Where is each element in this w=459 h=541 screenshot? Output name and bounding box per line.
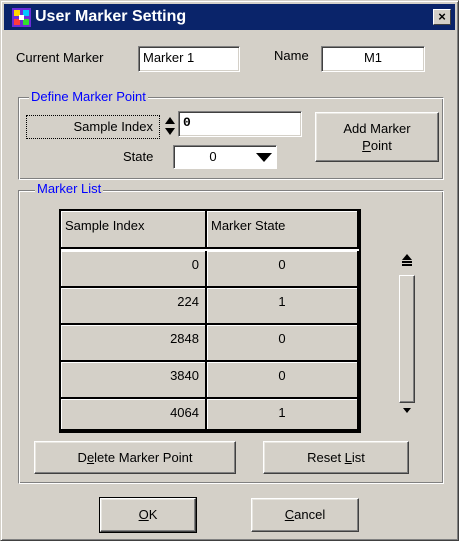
table-row[interactable]: 4064 1 — [61, 399, 359, 431]
delete-marker-point-button[interactable]: Delete Marker Point — [34, 441, 236, 474]
ok-label: OK — [138, 507, 158, 522]
cell-marker-state[interactable]: 1 — [207, 399, 359, 431]
cell-sample-index[interactable]: 224 — [61, 288, 207, 325]
marker-app-icon — [12, 8, 31, 27]
current-marker-label: Current Marker — [16, 50, 104, 65]
cell-marker-state[interactable]: 0 — [207, 251, 359, 288]
marker-list-title: Marker List — [35, 181, 104, 197]
reset-list-button[interactable]: Reset List — [263, 441, 409, 474]
marker-list-table: Sample Index Marker State 0 0 224 1 2848… — [59, 209, 361, 433]
sample-index-value: 0 — [183, 115, 191, 130]
scroll-down-arrow-icon[interactable] — [399, 405, 415, 419]
cell-sample-index[interactable]: 4064 — [61, 399, 207, 431]
window-title: User Marker Setting — [35, 8, 187, 25]
sample-index-label: Sample Index — [26, 115, 160, 139]
define-marker-point-title: Define Marker Point — [29, 89, 148, 105]
ok-button[interactable]: OK — [99, 497, 197, 533]
table-row[interactable]: 224 1 — [61, 288, 359, 325]
current-marker-field[interactable]: Marker 1 — [138, 46, 240, 72]
column-header-marker-state[interactable]: Marker State — [207, 211, 359, 249]
sample-index-spin-icon[interactable] — [163, 113, 177, 139]
table-row[interactable]: 0 0 — [61, 251, 359, 288]
cell-marker-state[interactable]: 0 — [207, 362, 359, 399]
cancel-label: Cancel — [284, 507, 326, 522]
add-marker-point-label-line2: Point — [362, 138, 392, 153]
table-row[interactable]: 2848 0 — [61, 325, 359, 362]
column-header-sample-index[interactable]: Sample Index — [61, 211, 207, 249]
current-marker-value: Marker 1 — [143, 50, 195, 65]
chevron-down-icon[interactable] — [253, 147, 275, 167]
close-icon: × — [438, 9, 446, 24]
state-dropdown[interactable]: 0 — [173, 145, 277, 169]
name-field[interactable]: M1 — [321, 46, 425, 72]
scrollbar-thumb[interactable] — [399, 275, 415, 403]
cell-sample-index[interactable]: 2848 — [61, 325, 207, 362]
cancel-button[interactable]: Cancel — [251, 498, 359, 532]
user-marker-setting-dialog: User Marker Setting × Current Marker Mar… — [0, 0, 459, 541]
table-header-row: Sample Index Marker State — [61, 211, 359, 251]
state-label: State — [123, 149, 154, 164]
state-selected-value: 0 — [209, 149, 217, 164]
delete-marker-point-label: Delete Marker Point — [77, 449, 193, 465]
list-scrollbar[interactable] — [399, 251, 415, 421]
name-label: Name — [274, 48, 309, 63]
add-marker-point-button[interactable]: Add Marker Point — [315, 112, 439, 162]
sample-index-input[interactable]: 0 — [178, 111, 302, 137]
cell-sample-index[interactable]: 3840 — [61, 362, 207, 399]
name-value: M1 — [363, 50, 383, 65]
add-marker-point-label-line1: Add Marker — [343, 121, 411, 136]
scroll-up-arrow-icon[interactable] — [399, 251, 415, 273]
table-row[interactable]: 3840 0 — [61, 362, 359, 399]
cell-sample-index[interactable]: 0 — [61, 251, 207, 288]
title-bar[interactable]: User Marker Setting × — [4, 4, 455, 30]
reset-list-label: Reset List — [307, 449, 365, 465]
cell-marker-state[interactable]: 1 — [207, 288, 359, 325]
cell-marker-state[interactable]: 0 — [207, 325, 359, 362]
close-button[interactable]: × — [433, 9, 451, 25]
